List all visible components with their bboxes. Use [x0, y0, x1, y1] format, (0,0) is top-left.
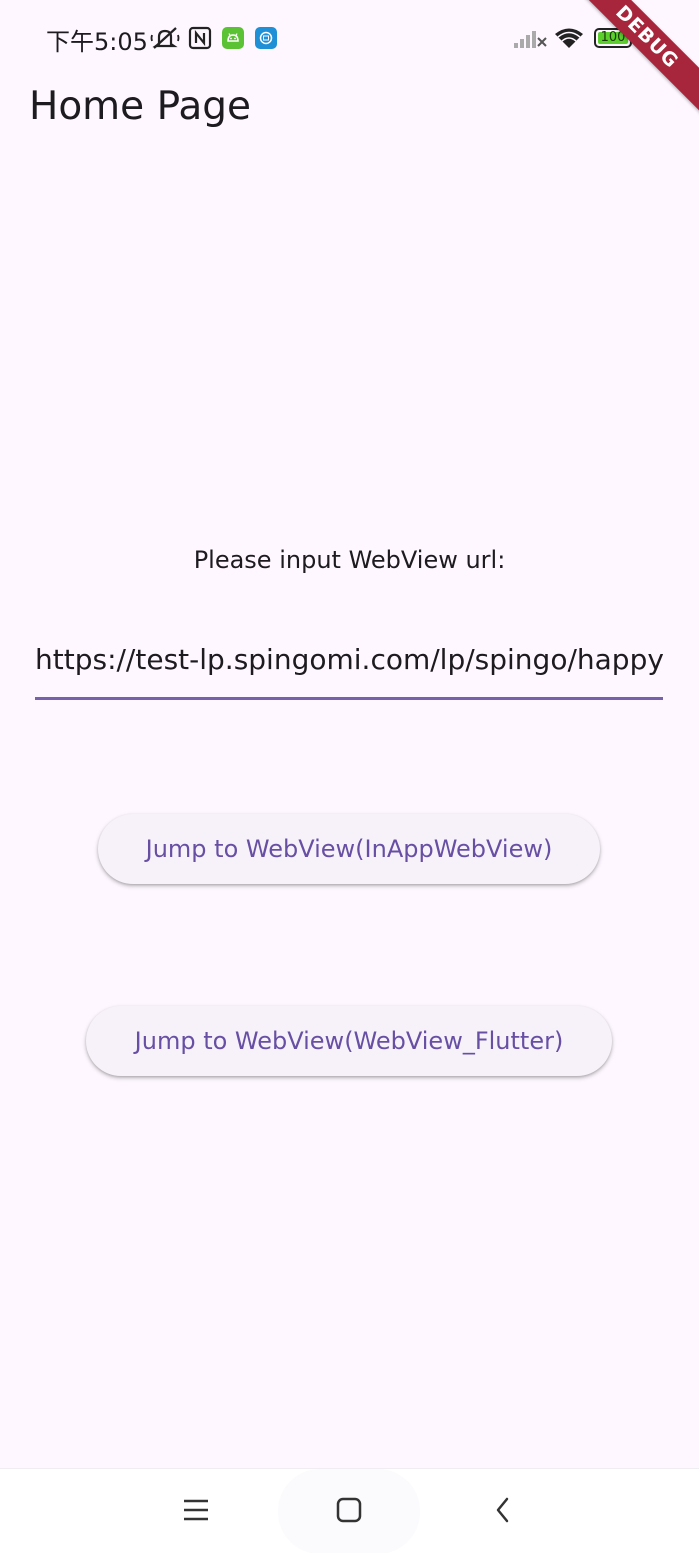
back-icon [493, 1496, 513, 1528]
system-nav-bar [0, 1468, 699, 1553]
jump-webview-flutter-button[interactable]: Jump to WebView(WebView_Flutter) [86, 1006, 612, 1076]
page-title: Home Page [29, 84, 251, 129]
status-bar: 下午5:05 100 [0, 0, 699, 76]
nav-home-button[interactable] [278, 1469, 420, 1553]
signal-icon [513, 28, 547, 54]
url-field[interactable] [35, 636, 663, 702]
mute-icon [150, 26, 180, 54]
android-app-icon [222, 27, 244, 49]
nav-menu-button[interactable] [156, 1469, 236, 1553]
url-underline [35, 697, 663, 700]
jump-inappwebview-button[interactable]: Jump to WebView(InAppWebView) [98, 814, 600, 884]
screen: 下午5:05 100 DEBUG Home Page Please input … [0, 0, 699, 1553]
url-prompt-label: Please input WebView url: [193, 546, 506, 574]
store-app-icon [255, 27, 277, 49]
wifi-icon [553, 26, 585, 54]
menu-icon [182, 1498, 210, 1526]
status-time: 下午5:05 [46, 28, 148, 56]
url-input[interactable] [35, 636, 663, 682]
home-icon [335, 1496, 363, 1528]
nfc-icon [188, 26, 212, 54]
nav-back-button[interactable] [463, 1469, 543, 1553]
